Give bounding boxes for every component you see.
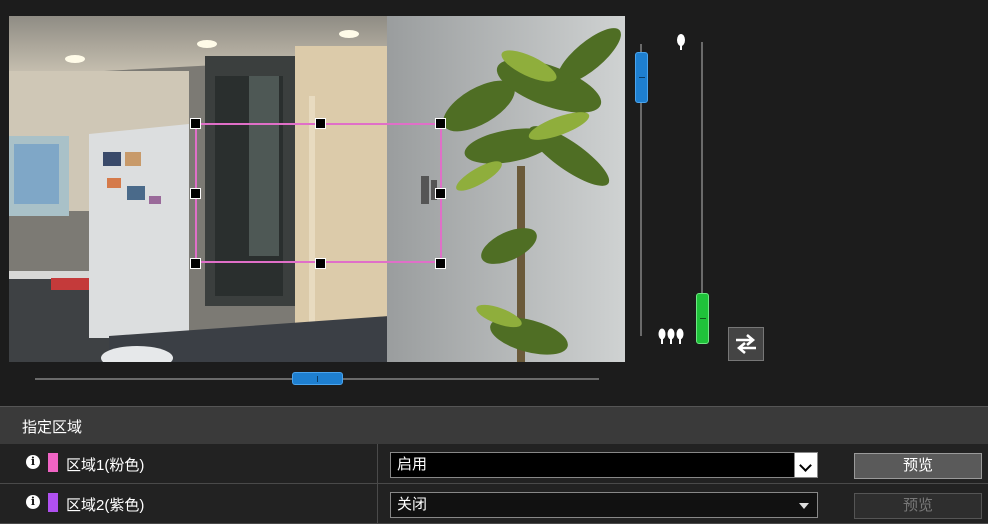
camera-view-panel: [0, 0, 988, 406]
resize-handle-top-right[interactable]: [435, 118, 446, 129]
tilt-slider-thumb[interactable]: [635, 52, 648, 103]
zoom-slider-thumb[interactable]: [696, 293, 709, 344]
resize-handle-top-center[interactable]: [315, 118, 326, 129]
multiple-trees-icon: [658, 328, 684, 344]
region-row-1: i 区域1(粉色) 启用 预览: [0, 444, 988, 484]
section-title: 指定区域: [22, 419, 83, 436]
caret-down-icon[interactable]: [799, 503, 809, 509]
camera-video-feed[interactable]: [9, 16, 625, 362]
region-2-preview-button: 预览: [854, 493, 982, 519]
single-tree-icon: [677, 34, 685, 50]
info-icon[interactable]: i: [26, 455, 40, 469]
pan-slider-thumb[interactable]: [292, 372, 343, 385]
info-icon[interactable]: i: [26, 495, 40, 509]
region-1-state-select[interactable]: 启用: [390, 452, 818, 478]
resize-handle-bottom-left[interactable]: [190, 258, 201, 269]
region-1-state-value: 启用: [397, 456, 428, 473]
region-label-cell: i 区域1(粉色): [0, 444, 378, 483]
region-2-state-select[interactable]: 关闭: [390, 492, 818, 518]
region-row-2: i 区域2(紫色) 关闭 预览: [0, 484, 988, 524]
privacy-region-1-outline[interactable]: [190, 118, 446, 269]
resize-handle-top-left[interactable]: [190, 118, 201, 129]
resize-handle-middle-left[interactable]: [190, 188, 201, 199]
region-1-preview-button[interactable]: 预览: [854, 453, 982, 479]
region-label-cell: i 区域2(紫色): [0, 484, 378, 523]
region-1-label: 区域1(粉色): [66, 457, 145, 474]
chevron-down-icon[interactable]: [794, 453, 817, 477]
region-2-label: 区域2(紫色): [66, 497, 145, 514]
swap-button[interactable]: [728, 327, 764, 361]
resize-handle-bottom-center[interactable]: [315, 258, 326, 269]
resize-handle-middle-right[interactable]: [435, 188, 446, 199]
region-color-swatch-pink: [48, 453, 58, 472]
section-header: 指定区域: [0, 406, 988, 444]
region-2-state-value: 关闭: [397, 496, 428, 513]
region-color-swatch-purple: [48, 493, 58, 512]
swap-arrows-icon: [736, 334, 756, 354]
resize-handle-bottom-right[interactable]: [435, 258, 446, 269]
